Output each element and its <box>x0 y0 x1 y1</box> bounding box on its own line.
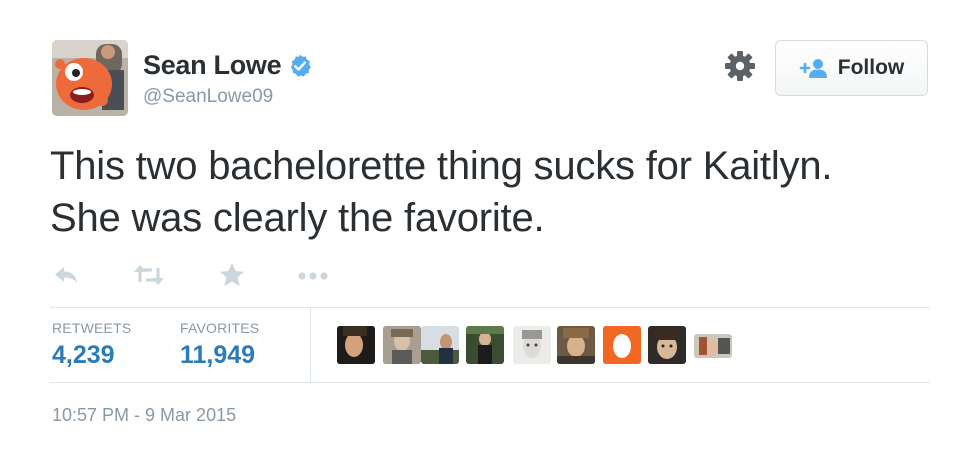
tweet-text-line-1: This two bachelorette thing sucks for Ka… <box>50 144 833 188</box>
favoriter-avatar[interactable] <box>648 326 686 364</box>
tweet-timestamp[interactable]: 10:57 PM - 9 Mar 2015 <box>52 405 236 426</box>
gear-icon[interactable] <box>724 50 756 82</box>
stats-separator <box>310 307 311 382</box>
avatar[interactable] <box>52 40 128 116</box>
user-name[interactable]: Sean Lowe <box>143 50 282 81</box>
favoriter-avatar[interactable] <box>513 326 551 364</box>
more-dots-icon[interactable] <box>297 262 329 288</box>
favorites-count[interactable]: 11,949 <box>180 341 259 370</box>
follow-button[interactable]: Follow <box>775 40 928 96</box>
divider-top <box>50 307 930 308</box>
favoriter-avatar[interactable] <box>694 334 732 358</box>
verified-badge-icon <box>291 54 312 77</box>
favoriter-avatar[interactable] <box>421 326 459 364</box>
favorite-star-icon[interactable] <box>218 262 246 288</box>
divider-bottom <box>50 382 930 383</box>
favorites-label: FAVORITES <box>180 320 260 336</box>
retweet-icon[interactable] <box>132 262 166 288</box>
tweet-text: This two bachelorette thing sucks for Ka… <box>50 140 940 244</box>
tweet-card: Sean Lowe @SeanLowe09 Follow This two ba… <box>0 0 980 470</box>
user-name-row[interactable]: Sean Lowe <box>143 50 312 81</box>
follow-label: Follow <box>837 56 905 79</box>
favoriter-avatar[interactable] <box>383 326 421 364</box>
retweets-label: RETWEETS <box>52 320 132 336</box>
retweets-count[interactable]: 4,239 <box>52 341 131 370</box>
retweets-stat[interactable]: RETWEETS 4,239 <box>52 320 131 370</box>
add-user-icon <box>799 59 827 78</box>
favoriter-avatar[interactable] <box>557 326 595 364</box>
favoriter-avatar[interactable] <box>466 326 504 364</box>
favoriter-avatar[interactable] <box>337 326 375 364</box>
favoriter-avatar[interactable] <box>603 326 641 364</box>
tweet-text-line-2: She was clearly the favorite. <box>50 196 545 240</box>
reply-icon[interactable] <box>52 262 80 288</box>
user-handle[interactable]: @SeanLowe09 <box>143 86 273 108</box>
favorites-stat[interactable]: FAVORITES 11,949 <box>180 320 259 370</box>
